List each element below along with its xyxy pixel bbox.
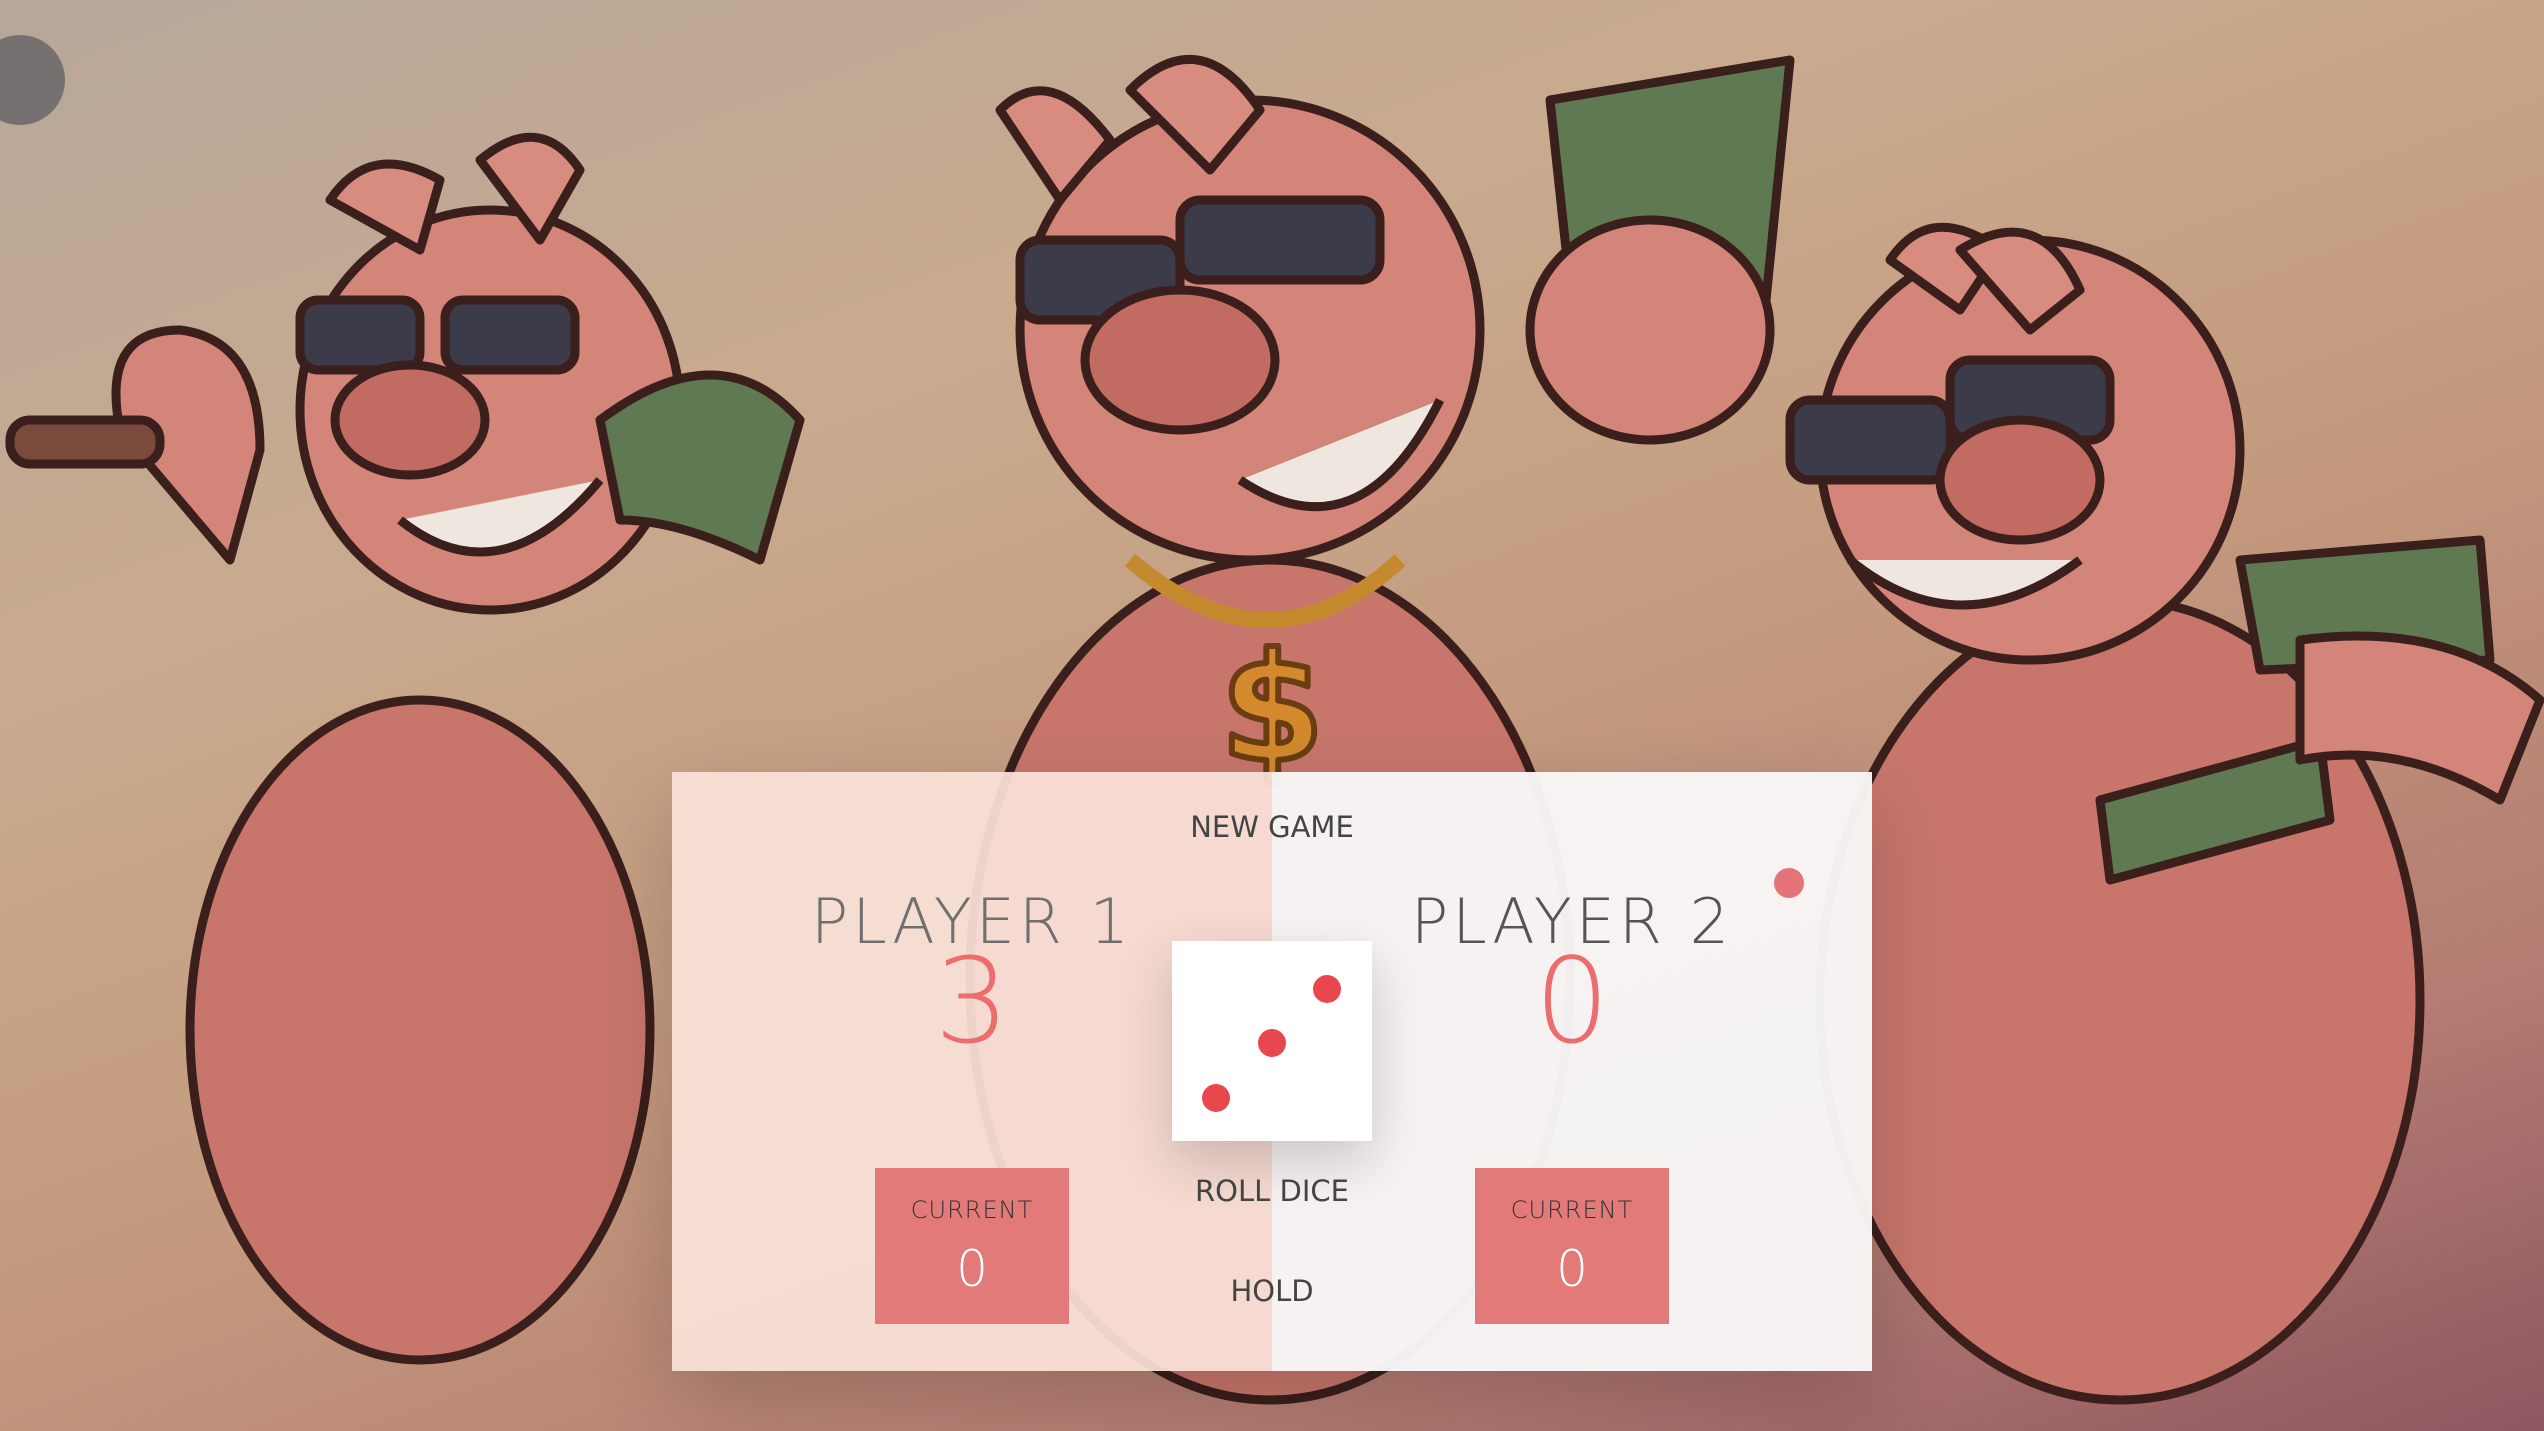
player-2-current-label: CURRENT (1510, 1196, 1634, 1224)
dice-pip (1313, 975, 1341, 1003)
player-2-current-score: 0 (1556, 1240, 1588, 1298)
dice-pip (1202, 1084, 1230, 1112)
right-pig (1785, 222, 2544, 1405)
player-2-current-box: CURRENT 0 (1475, 1168, 1669, 1324)
player-1-current-box: CURRENT 0 (875, 1168, 1069, 1324)
roll-dice-button[interactable]: ROLL DICE (1185, 1170, 1359, 1212)
dice-pip (1258, 1029, 1286, 1057)
active-player-indicator-icon (1774, 868, 1804, 898)
hold-button[interactable]: HOLD (1220, 1270, 1323, 1312)
svg-text:$: $ (1220, 622, 1324, 796)
player-1-current-label: CURRENT (910, 1196, 1034, 1224)
player-1-current-score: 0 (956, 1240, 988, 1298)
new-game-button[interactable]: NEW GAME (1180, 806, 1364, 848)
dice-icon (1172, 941, 1372, 1141)
game-board: PLAYER 1 3 CURRENT 0 PLAYER 2 0 CURRENT … (672, 772, 1872, 1371)
